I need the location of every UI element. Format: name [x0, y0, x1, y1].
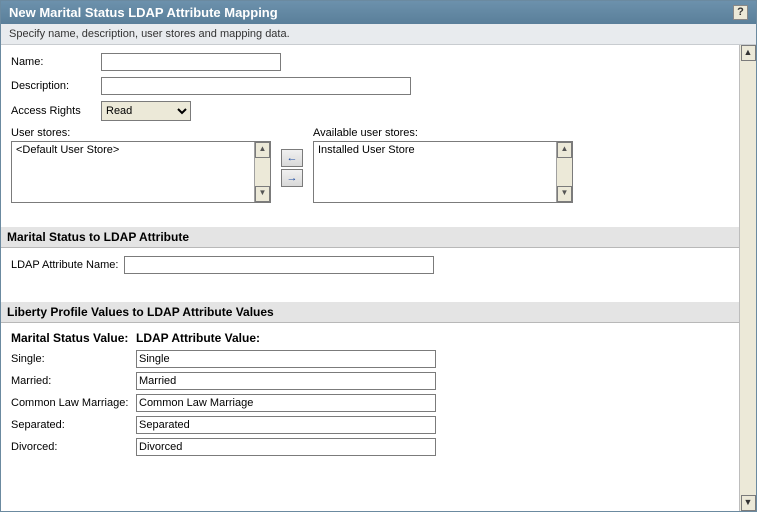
ldap-attribute-input[interactable] [124, 256, 434, 274]
list-item[interactable]: <Default User Store> [16, 144, 250, 156]
description-input[interactable] [101, 77, 411, 95]
dialog-body: Name: Description: Access Rights Read Us… [1, 45, 756, 511]
scrollbar[interactable] [254, 142, 270, 202]
selected-stores-column: User stores: <Default User Store> [11, 127, 271, 203]
mapping-col2-header: LDAP Attribute Value: [136, 331, 260, 345]
name-label: Name: [11, 56, 101, 68]
selected-stores-label: User stores: [11, 127, 271, 139]
mapping-col1-header: Marital Status Value: [11, 331, 136, 345]
table-row: Separated: [11, 416, 746, 434]
scroll-down-icon[interactable] [557, 186, 572, 202]
available-stores-listbox[interactable]: Installed User Store [313, 141, 573, 203]
dialog-title: New Marital Status LDAP Attribute Mappin… [9, 5, 278, 20]
user-stores-area: User stores: <Default User Store> ← [11, 127, 746, 203]
available-stores-label: Available user stores: [313, 127, 573, 139]
row-description: Description: [11, 77, 746, 95]
section-header-ldap: Marital Status to LDAP Attribute [1, 227, 756, 248]
list-item[interactable]: Installed User Store [318, 144, 552, 156]
scroll-thumb[interactable] [557, 158, 572, 186]
row-access-rights: Access Rights Read [11, 101, 746, 121]
mapping-label: Married: [11, 375, 136, 387]
scroll-down-icon[interactable] [255, 186, 270, 202]
mapping-label: Single: [11, 353, 136, 365]
content-area: Name: Description: Access Rights Read Us… [1, 45, 756, 462]
scroll-up-icon[interactable] [741, 45, 756, 61]
selected-stores-listbox[interactable]: <Default User Store> [11, 141, 271, 203]
title-bar: New Marital Status LDAP Attribute Mappin… [1, 1, 756, 24]
row-ldap-attribute: LDAP Attribute Name: [11, 256, 746, 274]
transfer-buttons: ← → [281, 149, 303, 187]
scrollbar[interactable] [556, 142, 572, 202]
mapping-label: Separated: [11, 419, 136, 431]
dialog-window: New Marital Status LDAP Attribute Mappin… [0, 0, 757, 512]
mapping-value-input[interactable] [136, 438, 436, 456]
table-row: Single: [11, 350, 746, 368]
mapping-table: Marital Status Value: LDAP Attribute Val… [11, 331, 746, 456]
access-rights-select[interactable]: Read [101, 101, 191, 121]
scroll-up-icon[interactable] [557, 142, 572, 158]
access-rights-label: Access Rights [11, 105, 101, 117]
move-left-button[interactable]: ← [281, 149, 303, 167]
mapping-value-input[interactable] [136, 372, 436, 390]
mapping-label: Common Law Marriage: [11, 397, 136, 409]
scroll-up-icon[interactable] [255, 142, 270, 158]
help-icon[interactable]: ? [733, 5, 748, 20]
table-row: Divorced: [11, 438, 746, 456]
available-stores-column: Available user stores: Installed User St… [313, 127, 573, 203]
mapping-label: Divorced: [11, 441, 136, 453]
mapping-value-input[interactable] [136, 394, 436, 412]
scroll-down-icon[interactable] [741, 495, 756, 511]
mapping-value-input[interactable] [136, 350, 436, 368]
table-row: Married: [11, 372, 746, 390]
dialog-subtitle: Specify name, description, user stores a… [1, 24, 756, 45]
ldap-attribute-label: LDAP Attribute Name: [11, 259, 118, 271]
move-right-button[interactable]: → [281, 169, 303, 187]
mapping-header-row: Marital Status Value: LDAP Attribute Val… [11, 331, 746, 345]
scroll-thumb[interactable] [255, 158, 270, 186]
main-scrollbar[interactable] [739, 45, 756, 511]
row-name: Name: [11, 53, 746, 71]
table-row: Common Law Marriage: [11, 394, 746, 412]
section-header-mapping: Liberty Profile Values to LDAP Attribute… [1, 302, 756, 323]
name-input[interactable] [101, 53, 281, 71]
mapping-value-input[interactable] [136, 416, 436, 434]
description-label: Description: [11, 80, 101, 92]
